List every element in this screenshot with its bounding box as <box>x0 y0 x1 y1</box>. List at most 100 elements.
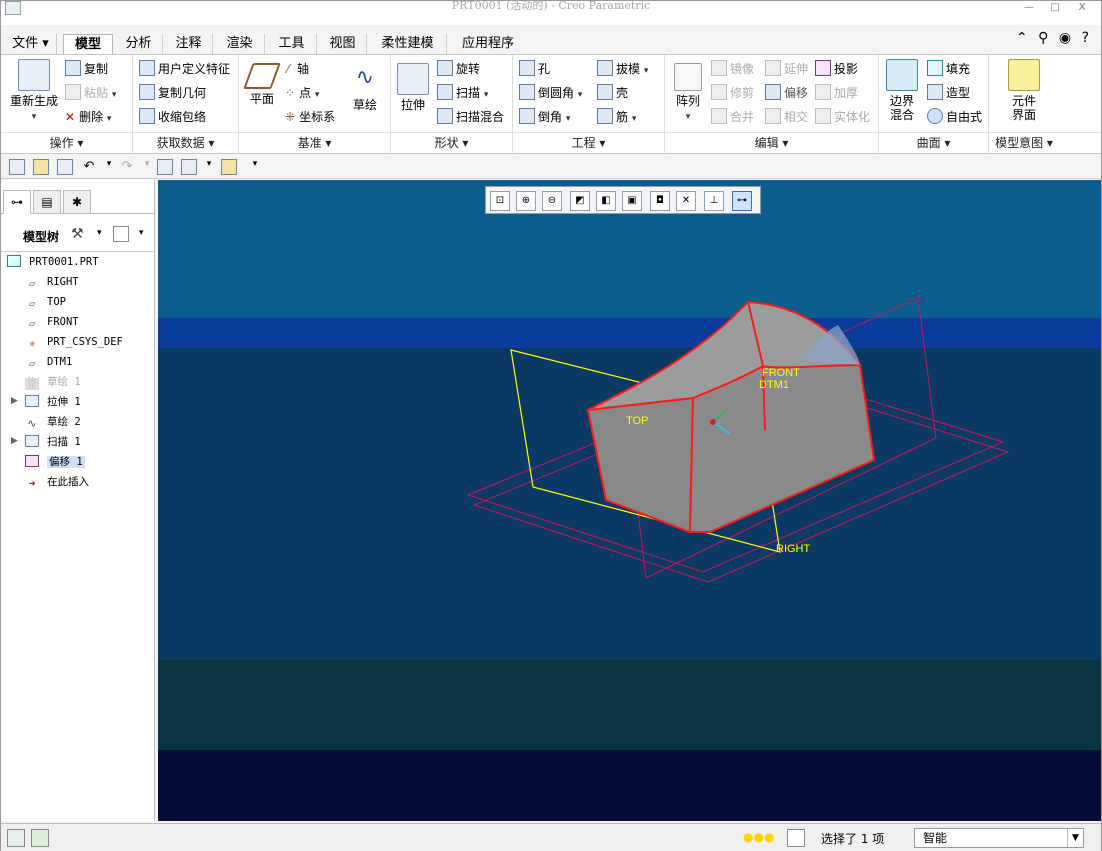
expand-arrow-icon[interactable]: ▶ <box>11 436 18 446</box>
regenerate-button[interactable]: 重新生成 ▾ <box>5 59 63 124</box>
windows-icon[interactable] <box>181 159 197 175</box>
sketch-button[interactable]: ∿ 草绘 <box>345 63 385 112</box>
tree-item-sweep-1[interactable]: 扫描 1 <box>25 432 81 452</box>
favorites-tab-icon[interactable]: ✱ <box>63 190 91 214</box>
point-button[interactable]: ⁘ 点 ▾ <box>285 83 319 103</box>
redo-icon[interactable]: ↷ <box>119 159 135 175</box>
maximize-button[interactable]: □ <box>1044 1 1066 15</box>
freestyle-button[interactable]: 自由式 <box>927 107 982 127</box>
tree-item-extrude-1[interactable]: 拉伸 1 <box>25 392 81 412</box>
mirror-button[interactable]: 镜像 <box>711 59 754 79</box>
zoom-in-icon[interactable]: ⊕ <box>516 191 536 211</box>
group-label-operations[interactable]: 操作 ▾ <box>1 134 132 151</box>
axis-button[interactable]: ⁄ 轴 <box>287 59 309 79</box>
label-right[interactable]: RIGHT <box>776 543 811 555</box>
zoom-out-icon[interactable]: ⊖ <box>542 191 562 211</box>
refit-icon[interactable]: ⊡ <box>490 191 510 211</box>
component-interface-button[interactable]: 元件 界面 <box>1003 59 1045 122</box>
solidify-button[interactable]: 实体化 <box>815 107 870 127</box>
undo-dropdown-icon[interactable]: ▾ <box>101 159 117 175</box>
tree-item-offset-1[interactable]: 偏移 1 <box>25 452 85 472</box>
delete-button[interactable]: ✕ 删除 ▾ <box>65 107 111 127</box>
learning-icon[interactable]: ◉ <box>1059 30 1071 46</box>
shell-button[interactable]: 壳 <box>597 83 628 103</box>
rib-button[interactable]: 筋 ▾ <box>597 107 636 127</box>
label-front[interactable]: FRONT <box>762 367 800 379</box>
view-manager-icon[interactable]: ◘ <box>650 191 670 211</box>
browser-toggle-icon[interactable] <box>31 829 49 847</box>
tree-item-sketch-1[interactable]: ░ 草绘 1 <box>25 372 81 392</box>
navigator-toggle-icon[interactable] <box>7 829 25 847</box>
tree-item-insert-here[interactable]: ➜ 在此插入 <box>25 472 89 492</box>
group-label-datum[interactable]: 基准 ▾ <box>239 134 390 151</box>
tree-columns-dropdown-icon[interactable]: ▾ <box>139 228 144 238</box>
new-file-icon[interactable] <box>9 159 25 175</box>
group-label-editing[interactable]: 编辑 ▾ <box>665 134 878 151</box>
offset-button[interactable]: 偏移 <box>765 83 808 103</box>
project-button[interactable]: 投影 <box>815 59 858 79</box>
tree-item-csys[interactable]: ✳ PRT_CSYS_DEF <box>25 332 123 352</box>
expand-arrow-icon[interactable]: ▶ <box>11 396 18 406</box>
windows-dropdown-icon[interactable]: ▾ <box>201 159 217 175</box>
thicken-button[interactable]: 加厚 <box>815 83 858 103</box>
extend-button[interactable]: 延伸 <box>765 59 808 79</box>
customize-toolbar-icon[interactable]: ▾ <box>247 159 263 175</box>
chamfer-button[interactable]: 倒角 ▾ <box>519 107 570 127</box>
find-binoculars-icon[interactable] <box>787 829 805 847</box>
tree-item-part[interactable]: PRT0001.PRT <box>7 252 99 272</box>
tree-columns-icon[interactable] <box>113 226 129 242</box>
swept-blend-button[interactable]: 扫描混合 <box>437 107 504 127</box>
tab-tools[interactable]: 工具 <box>267 34 317 55</box>
label-dtm1[interactable]: DTM1 <box>759 379 789 391</box>
tree-item-right[interactable]: ▱ RIGHT <box>25 272 79 292</box>
display-style-icon[interactable]: ◧ <box>596 191 616 211</box>
annotation-display-icon[interactable]: ⊥ <box>704 191 724 211</box>
trim-button[interactable]: 修剪 <box>711 83 754 103</box>
tree-item-front[interactable]: ▱ FRONT <box>25 312 79 332</box>
extrude-button[interactable]: 拉伸 <box>395 63 431 112</box>
pattern-button[interactable]: 阵列 ▾ <box>669 63 707 124</box>
datum-display-icon[interactable]: ✕ <box>676 191 696 211</box>
tab-file[interactable]: 文件 ▾ <box>5 34 57 55</box>
help-icon[interactable]: ? <box>1082 30 1089 46</box>
label-top[interactable]: TOP <box>626 415 648 427</box>
saved-orientations-icon[interactable]: ▣ <box>622 191 642 211</box>
close-button[interactable]: X <box>1071 1 1093 15</box>
paste-button[interactable]: 粘贴 ▾ <box>65 83 116 103</box>
graphics-viewport[interactable]: FRONT DTM1 TOP RIGHT ⊡ ⊕ ⊖ ◩ ◧ ▣ ◘ ✕ ⊥ ⊶ <box>158 180 1101 821</box>
redo-dropdown-icon[interactable]: ▾ <box>139 159 155 175</box>
repaint-icon[interactable]: ◩ <box>570 191 590 211</box>
group-label-surfaces[interactable]: 曲面 ▾ <box>879 134 988 151</box>
copy-button[interactable]: 复制 <box>65 59 108 79</box>
spin-center-icon[interactable]: ⊶ <box>732 191 752 211</box>
round-button[interactable]: 倒圆角 ▾ <box>519 83 582 103</box>
group-label-shapes[interactable]: 形状 ▾ <box>391 134 512 151</box>
open-folder-icon[interactable] <box>33 159 49 175</box>
merge-button[interactable]: 合并 <box>711 107 754 127</box>
tab-view[interactable]: 视图 <box>319 34 367 55</box>
copy-geometry-button[interactable]: 复制几何 <box>139 83 206 103</box>
udf-button[interactable]: 用户定义特征 <box>139 59 230 79</box>
tab-model[interactable]: 模型 <box>63 34 113 55</box>
tab-annotate[interactable]: 注释 <box>165 34 213 55</box>
regenerate-quick-icon[interactable] <box>157 159 173 175</box>
save-icon[interactable] <box>57 159 73 175</box>
undo-icon[interactable]: ↶ <box>81 159 97 175</box>
search-icon[interactable]: ⚲ <box>1038 30 1048 46</box>
group-label-model-intent[interactable]: 模型意图 ▾ <box>989 134 1059 151</box>
hole-button[interactable]: 孔 <box>519 59 550 79</box>
group-label-engineering[interactable]: 工程 ▾ <box>513 134 664 151</box>
model-tree-tab-icon[interactable]: ⊶ <box>3 190 31 214</box>
group-label-get-data[interactable]: 获取数据 ▾ <box>133 134 238 151</box>
tab-applications[interactable]: 应用程序 <box>449 34 527 55</box>
tree-settings-dropdown-icon[interactable]: ▾ <box>97 228 102 238</box>
plane-button[interactable]: 平面 <box>243 63 281 106</box>
draft-button[interactable]: 拔模 ▾ <box>597 59 648 79</box>
tab-flexible-modeling[interactable]: 柔性建模 <box>369 34 447 55</box>
shrinkwrap-button[interactable]: 收缩包络 <box>139 107 206 127</box>
fill-button[interactable]: 填充 <box>927 59 970 79</box>
tab-render[interactable]: 渲染 <box>215 34 265 55</box>
boundary-blend-button[interactable]: 边界 混合 <box>883 59 921 122</box>
close-window-icon[interactable] <box>221 159 237 175</box>
model-graphics[interactable]: FRONT DTM1 TOP RIGHT <box>158 180 1101 821</box>
